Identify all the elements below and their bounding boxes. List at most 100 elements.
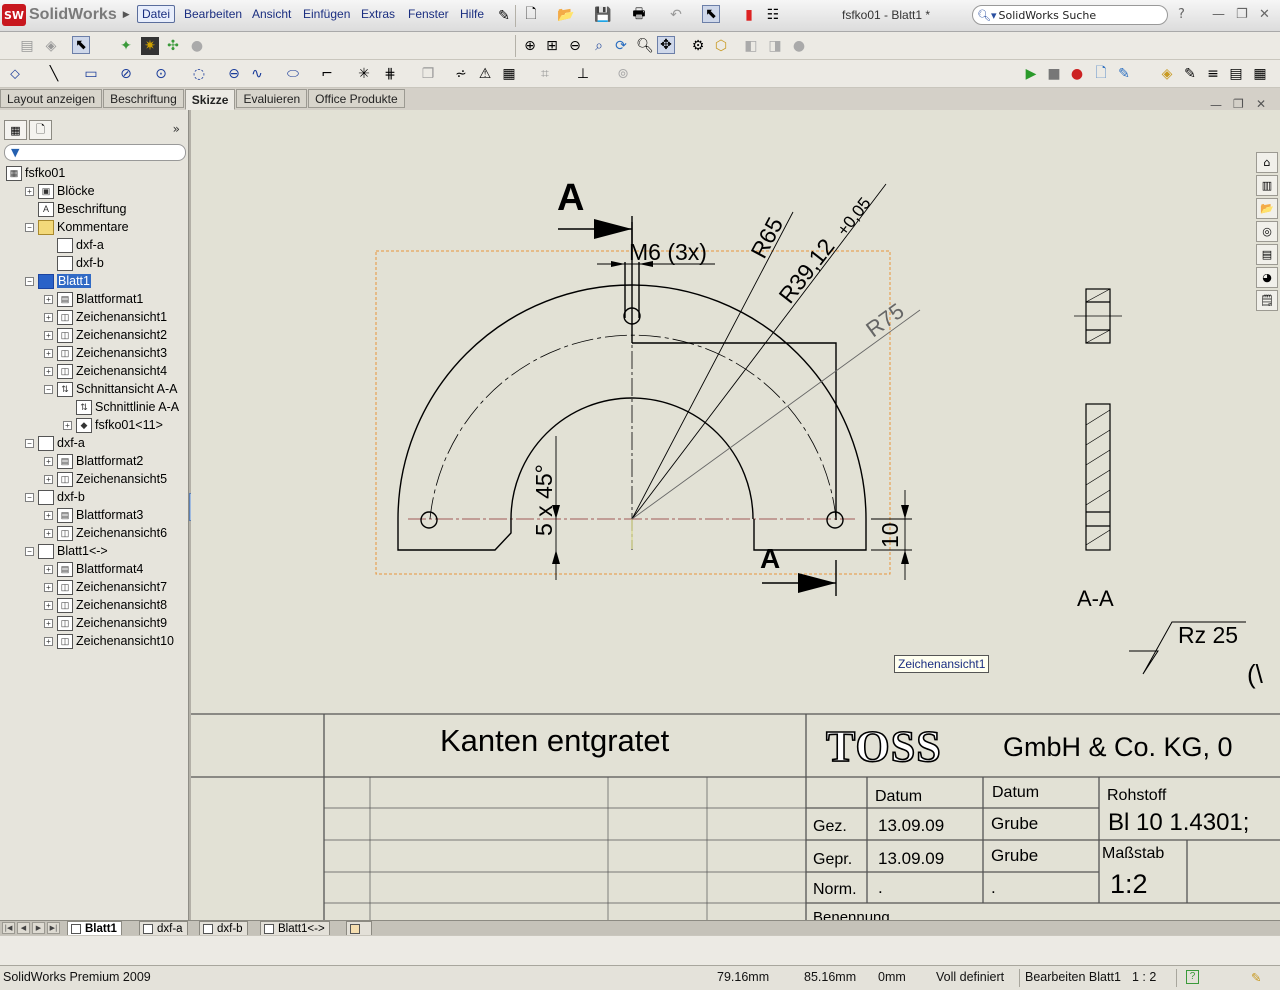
tree-item[interactable]: + ◫ Zeichenansicht5 <box>44 470 167 488</box>
tree-item[interactable]: + ◫ Zeichenansicht3 <box>44 344 167 362</box>
grid-snap-icon[interactable]: ✣ <box>164 37 182 55</box>
first-sheet-icon[interactable]: |◀ <box>2 922 15 934</box>
slot-icon[interactable]: ⊘ <box>117 65 135 83</box>
collapse-icon[interactable]: − <box>25 276 34 286</box>
sheet-tab-blatt1-copy[interactable]: Blatt1<-> <box>260 921 330 936</box>
zoom-to-fit-icon[interactable]: ⊕ <box>521 37 539 55</box>
menu-einfuegen[interactable]: Einfügen <box>303 7 350 21</box>
smart-dimension-icon[interactable]: ⬦ <box>6 65 24 83</box>
expand-icon[interactable]: + <box>63 420 72 430</box>
trim-icon[interactable]: ⋕ <box>381 65 399 83</box>
tab-beschriftung[interactable]: Beschriftung <box>103 89 184 108</box>
save-icon[interactable]: 💾 <box>594 6 612 24</box>
tree-item[interactable]: dxf-a <box>44 236 104 254</box>
tree-item[interactable]: + ◫ Zeichenansicht8 <box>44 596 167 614</box>
open-folder-icon[interactable]: 📂 <box>557 6 575 24</box>
search-results-icon[interactable]: ◎ <box>1256 221 1278 242</box>
display-icon[interactable]: ✦ <box>117 37 135 55</box>
help-icon[interactable]: ? <box>1178 7 1185 22</box>
property-manager-tab-icon[interactable]: 🗋 <box>29 120 52 140</box>
expand-icon[interactable]: + <box>44 636 53 646</box>
section-arrow-bottom[interactable]: A <box>760 543 837 596</box>
select-arrow-icon[interactable]: ⬉ <box>702 5 720 23</box>
tree-item[interactable]: A Beschriftung <box>25 200 126 218</box>
macro-stop-icon[interactable]: ■ <box>1045 65 1063 83</box>
print-icon[interactable]: 🖶 <box>630 6 648 24</box>
tree-item[interactable]: + ◫ Zeichenansicht10 <box>44 632 174 650</box>
doc-restore-icon[interactable]: ❐ <box>1233 97 1244 111</box>
quick-tips-icon[interactable]: ✎ <box>1251 970 1261 985</box>
tree-item[interactable]: − ⇅ Schnittansicht A-A <box>44 380 177 398</box>
display-style-icon[interactable]: ⬡ <box>712 37 730 55</box>
tree-item[interactable]: ▦ fsfko01 <box>6 164 65 182</box>
tree-filter-input[interactable]: ▼ <box>4 144 186 161</box>
expand-icon[interactable]: + <box>44 600 53 610</box>
macro-new-icon[interactable]: 🗋 <box>1092 65 1110 83</box>
undo-icon[interactable]: ↶ <box>667 6 685 24</box>
view-orientation-icon[interactable]: ⚙ <box>689 37 707 55</box>
pin-icon[interactable]: ✎ <box>495 7 513 25</box>
convert-entities-icon[interactable]: ❐ <box>419 65 437 83</box>
sphere-icon[interactable]: ● <box>188 37 206 55</box>
sketch-icon[interactable]: ▤ <box>18 37 36 55</box>
tree-item[interactable]: + ▤ Blattformat2 <box>44 452 143 470</box>
tree-item[interactable]: + ◫ Zeichenansicht6 <box>44 524 167 542</box>
display-relations-icon[interactable]: ⊥ <box>574 65 592 83</box>
expand-icon[interactable]: + <box>44 294 53 304</box>
side-view-top[interactable] <box>1074 288 1122 344</box>
menu-extras[interactable]: Extras <box>361 7 395 21</box>
tree-item[interactable]: + ▤ Blattformat4 <box>44 560 143 578</box>
polygon-icon[interactable]: ⊖ <box>225 65 243 83</box>
design-library-icon[interactable]: ▥ <box>1256 175 1278 196</box>
menu-ansicht[interactable]: Ansicht <box>252 7 291 21</box>
circle-icon[interactable]: ⊙ <box>152 65 170 83</box>
collapse-icon[interactable]: − <box>44 384 53 394</box>
doc-minimize-icon[interactable]: — <box>1210 98 1222 112</box>
expand-icon[interactable]: + <box>44 312 53 322</box>
zoom-in-out-icon[interactable]: ⊖ <box>566 37 584 55</box>
pan-icon[interactable]: ✥ <box>657 36 675 54</box>
offset-icon[interactable]: ⩫ <box>452 65 470 83</box>
pattern-icon[interactable]: ▦ <box>500 65 518 83</box>
tree-item[interactable]: + ◫ Zeichenansicht9 <box>44 614 167 632</box>
tree-item[interactable]: − Blatt1 <box>25 272 91 290</box>
fillet-icon[interactable]: ⌐ <box>318 65 336 83</box>
tree-item[interactable]: − dxf-b <box>25 488 85 506</box>
custom-properties-icon[interactable]: 🗒 <box>1256 290 1278 311</box>
select-tool-icon[interactable]: ⬉ <box>72 36 90 54</box>
sparkle-icon[interactable]: ✷ <box>141 37 159 55</box>
thickness-dimension[interactable]: 10 <box>871 490 912 580</box>
options-icon[interactable]: ☷ <box>764 6 782 24</box>
tree-item[interactable]: + ◫ Zeichenansicht7 <box>44 578 167 596</box>
relation-warning-icon[interactable]: ⚠ <box>476 65 494 83</box>
expand-icon[interactable]: + <box>44 456 53 466</box>
shaded-icon[interactable]: ◨ <box>766 37 784 55</box>
tree-item[interactable]: + ▤ Blattformat3 <box>44 506 143 524</box>
sheet-tab-blatt1[interactable]: Blatt1 <box>67 921 122 936</box>
section-arrow-top[interactable]: A <box>557 177 633 244</box>
line-thickness-icon[interactable]: ≡ <box>1204 65 1222 83</box>
section-view-aa[interactable] <box>1085 403 1111 551</box>
collapse-icon[interactable]: − <box>25 492 34 502</box>
expand-icon[interactable]: + <box>44 618 53 628</box>
last-sheet-icon[interactable]: ▶| <box>47 922 60 934</box>
expand-icon[interactable]: + <box>44 564 53 574</box>
appearance-icon[interactable]: ● <box>790 37 808 55</box>
line-color-icon[interactable]: ✎ <box>1181 65 1199 83</box>
restore-icon[interactable]: ❐ <box>1236 7 1248 22</box>
thread-dimension[interactable]: M6 (3x) <box>597 239 715 267</box>
hidden-lines-icon[interactable]: ◧ <box>742 37 760 55</box>
quick-snaps-icon[interactable]: ⊚ <box>614 65 632 83</box>
surface-finish-symbol[interactable]: Rz 25 (\ <box>1129 621 1264 689</box>
tab-office-produkte[interactable]: Office Produkte <box>308 89 405 108</box>
drawing-canvas[interactable]: A M6 (3x) R65 R39,12 +0,05 R75 5 x 45° 1… <box>191 110 1280 920</box>
zoom-magnify-icon[interactable]: 🔍︎ <box>636 37 654 55</box>
next-sheet-icon[interactable]: ▶ <box>32 922 45 934</box>
collapse-panel-icon[interactable]: » <box>173 122 180 136</box>
macro-run-icon[interactable]: ▶ <box>1022 65 1040 83</box>
tree-item[interactable]: + ◫ Zeichenansicht2 <box>44 326 167 344</box>
arc-icon[interactable]: ◌ <box>190 65 208 83</box>
collapse-icon[interactable]: − <box>25 546 34 556</box>
search-input[interactable]: 🔍︎▾ SolidWorks Suche <box>972 5 1168 25</box>
zoom-area-icon[interactable]: ⊞ <box>543 37 561 55</box>
